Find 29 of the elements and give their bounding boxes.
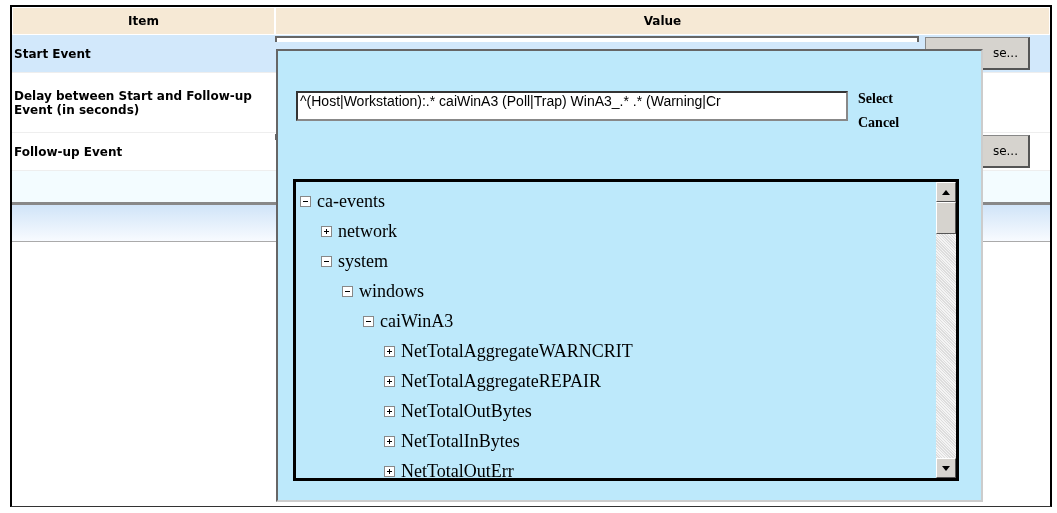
scroll-up-icon[interactable] [936, 182, 956, 202]
column-header: Item [12, 7, 275, 35]
expand-icon[interactable] [384, 405, 395, 417]
expand-icon[interactable] [384, 435, 395, 447]
collapse-icon[interactable] [342, 285, 353, 297]
collapse-icon[interactable] [321, 255, 332, 267]
tree-node[interactable]: NetTotalOutBytes [401, 400, 532, 422]
collapse-icon[interactable] [363, 315, 374, 327]
column-header: Value [275, 7, 1050, 35]
dialog-link[interactable]: Select [858, 91, 900, 107]
scrollbar-thumb[interactable] [936, 202, 956, 234]
tree-node[interactable]: NetTotalInBytes [401, 430, 520, 452]
collapse-icon[interactable] [300, 195, 311, 207]
pattern-field[interactable]: ^(Host|Workstation):.* caiWinA3 (Poll|Trap) WinA3_.* .* (Warning|Cr [296, 91, 848, 121]
expand-icon[interactable] [384, 345, 395, 357]
tree-node[interactable]: caiWinA3 [380, 310, 454, 332]
expand-icon[interactable] [321, 225, 332, 237]
tree-node[interactable]: NetTotalOutErr [401, 460, 514, 478]
dialog-link[interactable]: Cancel [858, 115, 900, 131]
tree-node[interactable]: NetTotalAggregateREPAIR [401, 370, 602, 392]
table-cell: Start Event [12, 35, 275, 73]
expand-icon[interactable] [384, 465, 395, 477]
tree-node[interactable]: ca-events [317, 190, 385, 212]
expand-icon[interactable] [384, 375, 395, 387]
tree-node[interactable]: network [338, 220, 397, 242]
tree-node[interactable]: system [338, 250, 388, 272]
tree-node[interactable]: windows [359, 280, 424, 302]
tree-node[interactable]: NetTotalAggregateWARNCRIT [401, 340, 633, 362]
scroll-down-icon[interactable] [936, 458, 956, 478]
